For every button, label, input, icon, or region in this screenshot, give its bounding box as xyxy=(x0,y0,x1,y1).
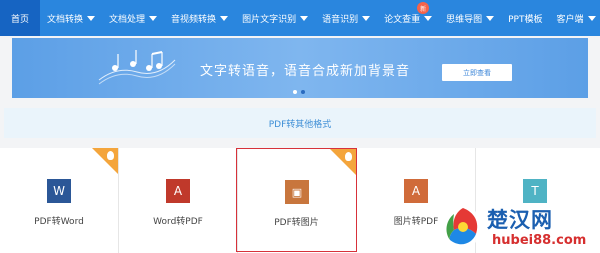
promo-banner[interactable]: 文字转语音，语音合成新加背景音 立即查看 xyxy=(12,38,588,98)
nav-label: 论文查重 xyxy=(384,14,421,25)
card-pdf-to-word[interactable]: W PDF转Word xyxy=(0,148,119,253)
nav-label: 音视频转换 xyxy=(171,14,217,25)
chevron-down-icon xyxy=(587,15,596,21)
chevron-down-icon xyxy=(220,15,229,21)
nav-item-av-convert[interactable]: 音视频转换 xyxy=(164,0,235,36)
card-pdf-to-image[interactable]: ▣ PDF转图片 xyxy=(236,148,357,252)
flame-icon xyxy=(107,151,114,160)
watermark-logo-icon xyxy=(443,207,483,247)
nav-item-doc-process[interactable]: 文档处理 xyxy=(102,0,164,36)
word-icon: W xyxy=(47,179,71,203)
chevron-down-icon xyxy=(87,15,96,21)
watermark: 楚汉网 hubei88.com xyxy=(440,202,600,253)
chevron-down-icon xyxy=(486,15,495,21)
view-now-button[interactable]: 立即查看 xyxy=(442,64,512,81)
chevron-down-icon xyxy=(300,15,309,21)
nav-item-ppt[interactable]: PPT模板 xyxy=(501,0,549,36)
nav-item-doc-convert[interactable]: 文档转换 xyxy=(40,0,102,36)
nav-label: PPT模板 xyxy=(508,14,543,25)
nav-item-client[interactable]: 客户端 xyxy=(549,0,600,36)
nav-label: 思维导图 xyxy=(446,14,483,25)
top-nav: 首页 文档转换 文档处理 音视频转换 图片文字识别 语音识别 论文查重新 思维导… xyxy=(0,0,600,36)
chevron-down-icon xyxy=(362,15,371,21)
hot-badge xyxy=(330,149,356,175)
nav-label: 文档转换 xyxy=(47,14,84,25)
pdf-icon: A xyxy=(404,179,428,203)
card-label: PDF转Word xyxy=(34,217,84,227)
card-label: Word转PDF xyxy=(153,217,203,227)
banner-headline: 文字转语音，语音合成新加背景音 xyxy=(200,64,411,79)
card-word-to-pdf[interactable]: A Word转PDF xyxy=(119,148,238,253)
card-label: PDF转图片 xyxy=(274,218,319,228)
section-title: PDF转其他格式 xyxy=(268,119,332,130)
nav-label: 首页 xyxy=(11,14,30,25)
text-icon: T xyxy=(523,179,547,203)
nav-label: 语音识别 xyxy=(322,14,359,25)
new-badge: 新 xyxy=(417,2,430,14)
nav-item-ocr[interactable]: 图片文字识别 xyxy=(235,0,315,36)
image-icon: ▣ xyxy=(285,180,309,204)
nav-item-speech[interactable]: 语音识别 xyxy=(315,0,377,36)
nav-item-plagiarism[interactable]: 论文查重新 xyxy=(377,0,439,36)
nav-item-mindmap[interactable]: 思维导图 xyxy=(439,0,501,36)
section-header: PDF转其他格式 xyxy=(4,108,596,138)
hot-badge xyxy=(92,148,118,174)
nav-label: 图片文字识别 xyxy=(242,14,297,25)
flame-icon xyxy=(345,152,352,161)
watermark-title: 楚汉网 xyxy=(487,208,553,232)
carousel-dot[interactable] xyxy=(301,90,305,94)
nav-label: 文档处理 xyxy=(109,14,146,25)
watermark-url: hubei88.com xyxy=(492,233,587,248)
chevron-down-icon xyxy=(424,15,433,21)
nav-item-home[interactable]: 首页 xyxy=(0,0,41,36)
pdf-icon: A xyxy=(166,179,190,203)
nav-label: 客户端 xyxy=(556,14,584,25)
chevron-down-icon xyxy=(149,15,158,21)
carousel-dot-active[interactable] xyxy=(293,90,297,94)
music-notes-icon xyxy=(98,50,176,85)
